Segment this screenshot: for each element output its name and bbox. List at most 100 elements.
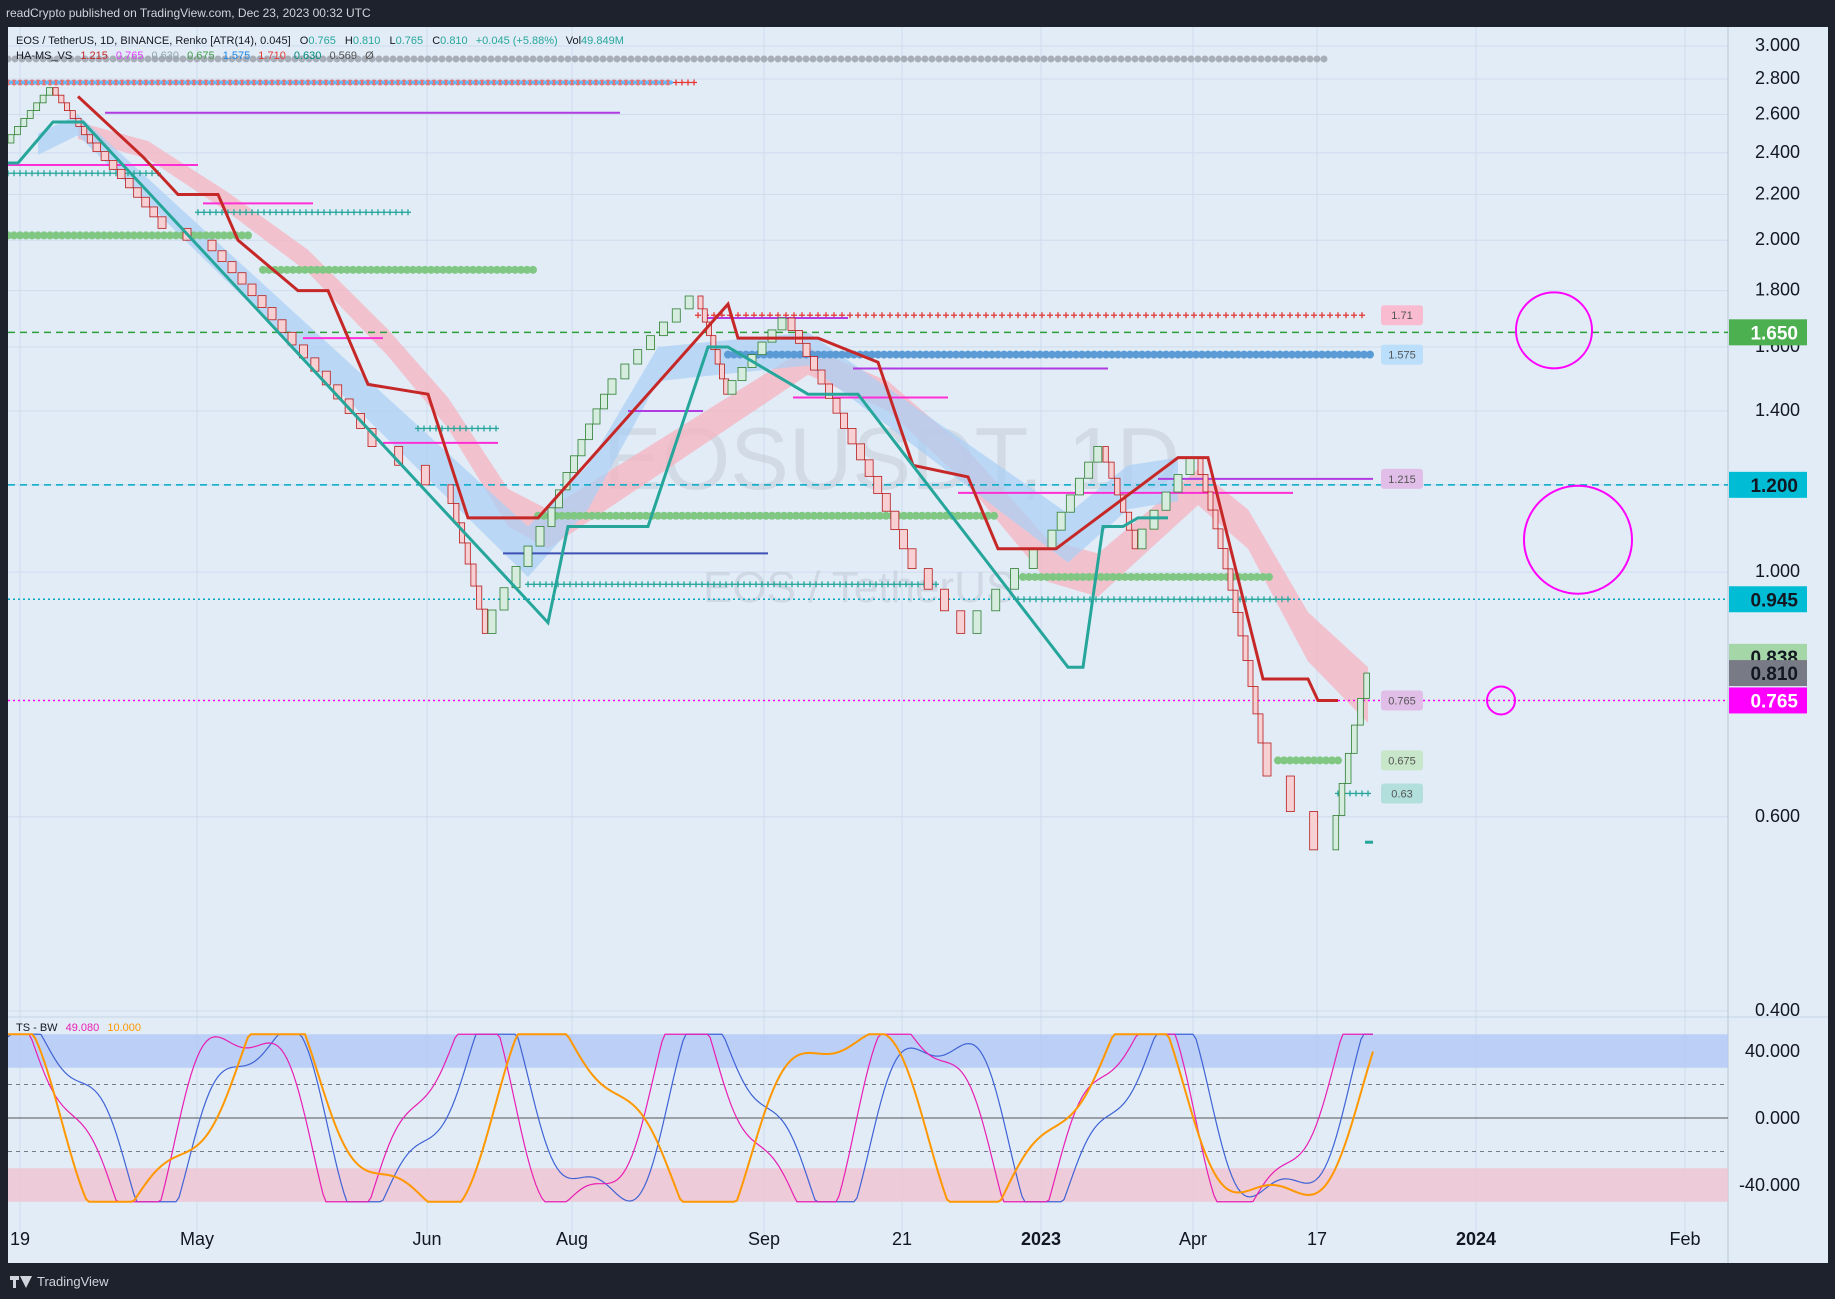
renko-brick xyxy=(592,408,601,425)
renko-brick xyxy=(1065,494,1075,513)
grey-dot-level-dot xyxy=(1299,55,1307,63)
time-axis: 19 May Jun Aug Sep 21 2023 Apr 17 2024 Feb xyxy=(10,1229,1701,1249)
blue-dot-level-dot xyxy=(429,80,433,85)
renko-brick xyxy=(1257,713,1264,744)
renko-brick xyxy=(535,526,545,547)
blue-dot-level-dot xyxy=(339,80,343,85)
chart-area[interactable]: EOSUSDT, 1D EOS / TetherUS 1.71 1.575 1.21… xyxy=(4,27,1828,1263)
renko-brick xyxy=(133,187,142,198)
blue-dot-level-dot xyxy=(321,80,325,85)
legend-c: 0.810 xyxy=(440,35,468,47)
blue-dot-level-dot xyxy=(267,80,271,85)
blue-dot-level-dot xyxy=(75,80,79,85)
grey-dot-level-dot xyxy=(767,55,775,63)
tradingview-logo[interactable]: TradingView xyxy=(10,1274,109,1289)
grey-dot-level-dot xyxy=(1082,55,1090,63)
grey-dot-level-dot xyxy=(816,55,824,63)
renko-brick xyxy=(46,87,53,96)
renko-brick xyxy=(1185,457,1195,475)
renko-brick xyxy=(633,349,643,365)
time-tick-2: Jun xyxy=(412,1229,441,1249)
legend-o: 0.765 xyxy=(308,35,336,47)
grey-dot-level-dot xyxy=(1292,55,1300,63)
blue-dot-level-dot xyxy=(567,80,571,85)
grey-dot-level-dot xyxy=(480,55,488,63)
renko-brick xyxy=(787,317,796,331)
renko-brick xyxy=(570,455,578,473)
grey-dot-level-dot xyxy=(1012,55,1020,63)
renko-brick xyxy=(714,349,721,365)
grey-dot-level-dot xyxy=(711,55,719,63)
green-dot-level-0-99 xyxy=(1019,572,1273,581)
blue-dot-level-dot xyxy=(561,80,565,85)
renko-brick xyxy=(227,261,237,274)
blue-dot-level-dot xyxy=(165,80,169,85)
projection-circles xyxy=(1486,291,1633,716)
renko-brick xyxy=(20,118,28,127)
renko-brick xyxy=(141,196,150,208)
watermark-name: EOS / TetherUS xyxy=(703,563,1015,612)
price-tick-5: 2.000 xyxy=(1755,229,1800,249)
renko-brick xyxy=(86,134,93,144)
renko-brick xyxy=(1010,568,1019,590)
blue-dot-level-dot xyxy=(477,80,481,85)
blue-dot-level-dot xyxy=(375,80,379,85)
renko-brick xyxy=(1131,529,1138,550)
price-tick-1: 2.800 xyxy=(1755,68,1800,88)
grey-dot-level-dot xyxy=(1061,55,1069,63)
renko-brick xyxy=(1309,811,1319,851)
blue-dot-level-dot xyxy=(219,80,223,85)
renko-brick xyxy=(207,239,217,252)
grey-dot-level-dot xyxy=(1131,55,1139,63)
green-dot-level-2-02-dot xyxy=(244,231,252,240)
price-label-4: 0.810 xyxy=(1750,664,1798,685)
renko-brick xyxy=(585,423,593,441)
grey-dot-level-dot xyxy=(1222,55,1230,63)
grey-dot-level-dot xyxy=(935,55,943,63)
renko-brick xyxy=(464,542,471,565)
blue-dot-level-dot xyxy=(183,80,187,85)
grey-dot-level-dot xyxy=(683,55,691,63)
grey-dot-level-dot xyxy=(1124,55,1132,63)
grey-dot-level-dot xyxy=(578,55,586,63)
blue-dot-level-dot xyxy=(9,80,13,85)
blue-dot-level-dot xyxy=(417,80,421,85)
grey-dot-level-dot xyxy=(438,55,446,63)
blue-dot-level-dot xyxy=(393,80,397,85)
renko-brick xyxy=(907,548,917,569)
legend-line-2: HA-MS_VS 1.215 0.765 0.630 0.675 1.575 1… xyxy=(16,50,374,62)
blue-dot-level-dot xyxy=(531,80,535,85)
blue-dot-level-dot xyxy=(141,80,145,85)
price-label-5: 0.765 xyxy=(1750,691,1798,712)
grey-dot-level-dot xyxy=(1026,55,1034,63)
grey-dot-level-dot xyxy=(473,55,481,63)
blue-dot-level-dot xyxy=(435,80,439,85)
grey-dot-level-dot xyxy=(424,55,432,63)
blue-dot-level-dot xyxy=(291,80,295,85)
renko-brick xyxy=(1137,528,1147,550)
grey-dot-level-dot xyxy=(942,55,950,63)
blue-dot-level-dot xyxy=(459,80,463,85)
blue-dot-level-dot xyxy=(159,80,163,85)
renko-brick xyxy=(1161,491,1171,511)
legend-ind-6: 0.630 xyxy=(294,50,322,62)
grey-dot-level-dot xyxy=(774,55,782,63)
chart-svg[interactable]: EOSUSDT, 1D EOS / TetherUS 1.711.5751.21… xyxy=(4,27,1828,1263)
blue-dot-level-dot xyxy=(633,80,637,85)
renko-brick xyxy=(1285,775,1295,812)
grey-dot-level-dot xyxy=(522,55,530,63)
grey-dot-level-dot xyxy=(403,55,411,63)
grey-dot-level-dot xyxy=(375,55,383,63)
renko-brick xyxy=(125,178,134,189)
renko-brick xyxy=(899,529,908,550)
renko-brick xyxy=(33,102,41,112)
grey-dot-level-dot xyxy=(641,55,649,63)
grey-dot-level-dot xyxy=(1075,55,1083,63)
grey-dot-level-dot xyxy=(613,55,621,63)
grey-dot-level-dot xyxy=(1033,55,1041,63)
grey-dot-level-dot xyxy=(1040,55,1048,63)
blue-dot-level-dot xyxy=(609,80,613,85)
grey-dot-level-dot xyxy=(1152,55,1160,63)
renko-brick xyxy=(470,563,477,587)
blue-dot-level-dot xyxy=(237,80,241,85)
